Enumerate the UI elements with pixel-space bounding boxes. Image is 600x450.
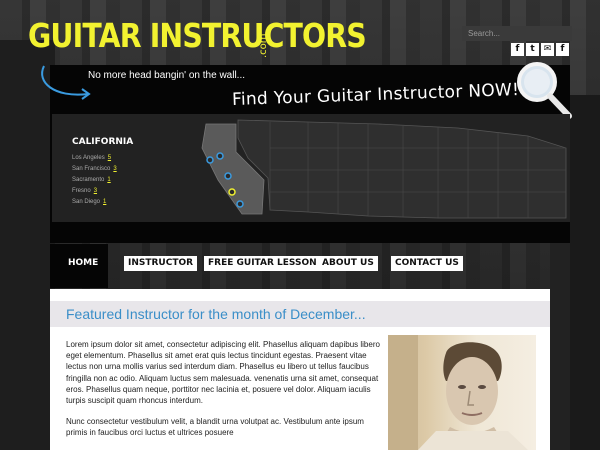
nav-contact-us[interactable]: CONTACT US bbox=[391, 256, 463, 271]
site-logo[interactable]: GUITAR INSTRUCTORS bbox=[28, 18, 367, 54]
facebook-icon[interactable]: f bbox=[556, 43, 569, 56]
paragraph: Lorem ipsum dolor sit amet, consectetur … bbox=[66, 340, 380, 406]
nav-free-guitar-lesson[interactable]: FREE GUITAR LESSON bbox=[204, 256, 321, 271]
city-item[interactable]: Fresno 3 bbox=[72, 186, 117, 197]
hero-tagline: No more head bangin' on the wall... bbox=[88, 70, 246, 81]
paragraph: Nunc consectetur vestibulum velit, a bla… bbox=[66, 417, 364, 438]
facebook-icon[interactable]: f bbox=[511, 43, 524, 56]
social-links: f t ✉ f bbox=[511, 43, 569, 56]
map-pin bbox=[216, 152, 224, 160]
logo-domain-suffix: .com bbox=[258, 33, 269, 58]
nav-instructor[interactable]: INSTRUCTOR bbox=[124, 256, 198, 271]
state-title: CALIFORNIA bbox=[72, 137, 134, 147]
instructor-photo bbox=[388, 335, 536, 450]
email-icon[interactable]: ✉ bbox=[541, 43, 554, 56]
city-item[interactable]: Los Angeles 5 bbox=[72, 153, 117, 164]
curved-arrow-icon bbox=[41, 65, 91, 100]
magnifier-icon bbox=[517, 62, 572, 119]
featured-title: Featured Instructor for the month of Dec… bbox=[66, 306, 366, 322]
map-pin bbox=[206, 156, 214, 164]
twitter-icon[interactable]: t bbox=[526, 43, 539, 56]
city-list: Los Angeles 5 San Francisco 3 Sacramento 1 … bbox=[72, 153, 117, 208]
city-item[interactable]: Sacramento 1 bbox=[72, 175, 117, 186]
main-nav: INSTRUCTOR FREE GUITAR LESSON ABOUT US C… bbox=[50, 244, 570, 288]
map-pin-selected bbox=[228, 188, 236, 196]
map-pin bbox=[224, 172, 232, 180]
body-text: Lorem ipsum dolor sit amet, consectetur … bbox=[66, 339, 384, 449]
city-item[interactable]: San Francisco 3 bbox=[72, 164, 117, 175]
city-item[interactable]: San Diego 1 bbox=[72, 197, 117, 208]
nav-about-us[interactable]: ABOUT US bbox=[318, 256, 378, 271]
map-pin bbox=[236, 200, 244, 208]
search-input[interactable] bbox=[462, 26, 572, 41]
us-map[interactable] bbox=[198, 118, 568, 222]
content-panel: Featured Instructor for the month of Dec… bbox=[50, 289, 550, 450]
